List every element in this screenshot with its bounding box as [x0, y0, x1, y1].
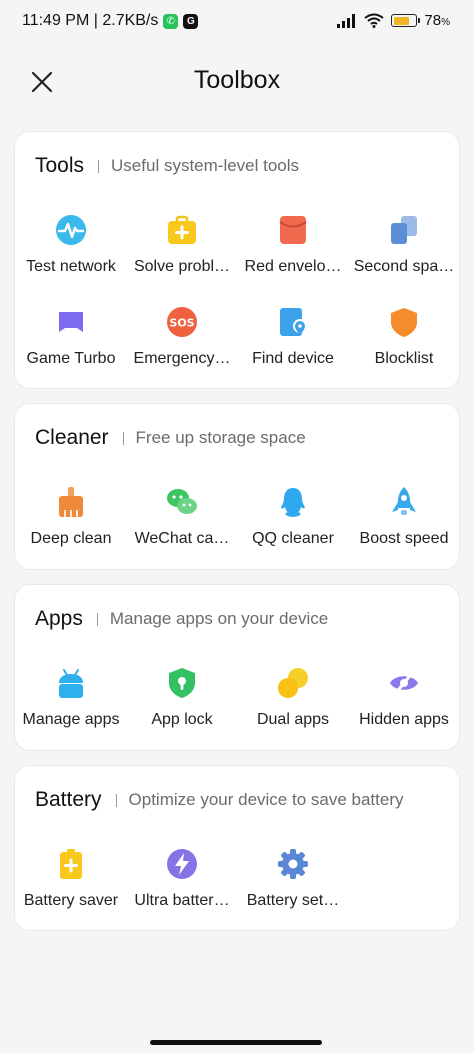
- tool-label: Boost speed: [359, 530, 449, 547]
- tool-emergency[interactable]: SOS Emergency…: [126, 306, 238, 368]
- cleaner-section-title: Cleaner: [35, 426, 109, 449]
- battery-card-header: Battery Optimize your device to save bat…: [35, 788, 404, 812]
- android-icon: [59, 669, 83, 698]
- find-device-icon: [280, 308, 307, 336]
- rocket-icon: [392, 487, 416, 515]
- tool-app-lock[interactable]: App lock: [126, 667, 238, 729]
- header-divider: [96, 612, 98, 626]
- tool-label: Deep clean: [30, 530, 112, 547]
- tool-label: Red envelo…: [244, 258, 342, 275]
- tool-label: Find device: [252, 350, 334, 367]
- cleaner-section-subtitle: Free up storage space: [135, 428, 306, 447]
- tool-deep-clean[interactable]: Deep clean: [15, 486, 127, 548]
- tool-label: Game Turbo: [26, 350, 116, 367]
- battery-percent: 78%: [424, 12, 450, 29]
- tool-label: Solve probl…: [133, 258, 231, 275]
- tools-section-subtitle: Useful system-level tools: [111, 156, 300, 175]
- tool-dual-apps[interactable]: Dual apps: [237, 667, 349, 729]
- gear-icon: [278, 849, 308, 879]
- battery-saver-icon: [60, 849, 82, 879]
- tool-hidden-apps[interactable]: Hidden apps: [348, 667, 460, 729]
- dual-apps-icon: [278, 668, 308, 698]
- tools-section-title: Tools: [35, 154, 85, 177]
- battery-section-subtitle: Optimize your device to save battery: [128, 790, 404, 809]
- qq-icon: [281, 488, 305, 517]
- broom-icon: [59, 487, 83, 517]
- tool-label: Battery set…: [246, 892, 340, 909]
- status-left: 11:49 PM | 2.7KB/s ✆ G: [22, 12, 199, 30]
- blocklist-icon: [391, 308, 417, 337]
- whatsapp-icon: ✆: [163, 13, 179, 29]
- svg-text:SOS: SOS: [169, 317, 194, 330]
- tool-solve-problems[interactable]: Solve probl…: [126, 214, 238, 276]
- tool-label: Ultra batter…: [134, 892, 230, 909]
- tool-label: App lock: [151, 711, 213, 728]
- tool-find-device[interactable]: Find device: [237, 306, 349, 368]
- tool-battery-settings[interactable]: Battery set…: [237, 848, 349, 910]
- wechat-icon: [167, 489, 197, 514]
- tool-label: Emergency…: [133, 350, 231, 367]
- tools-card: Tools Useful system-level tools Test net…: [14, 131, 460, 389]
- test-network-icon: [56, 215, 86, 245]
- header-divider: [122, 431, 124, 445]
- status-time-speed: 11:49 PM | 2.7KB/s: [22, 12, 159, 29]
- tool-label: Battery saver: [23, 892, 119, 909]
- battery-unit: %: [441, 17, 450, 28]
- red-envelope-icon: [279, 216, 307, 244]
- tool-qq-cleaner[interactable]: QQ cleaner: [237, 486, 349, 548]
- tool-boost-speed[interactable]: Boost speed: [348, 486, 460, 548]
- tool-label: WeChat ca…: [134, 530, 230, 547]
- tool-label: Blocklist: [374, 350, 434, 367]
- game-turbo-icon: [59, 312, 83, 332]
- apps-card-header: Apps Manage apps on your device: [35, 607, 328, 631]
- tool-label: Test network: [26, 258, 116, 275]
- second-space-icon: [391, 216, 417, 244]
- lock-shield-icon: [169, 668, 195, 698]
- apps-section-title: Apps: [35, 607, 83, 630]
- g-app-icon: G: [183, 13, 199, 29]
- page-title: Toolbox: [193, 66, 281, 94]
- tool-ultra-battery[interactable]: Ultra batter…: [126, 848, 238, 910]
- tool-game-turbo[interactable]: Game Turbo: [15, 306, 127, 368]
- battery-card: Battery Optimize your device to save bat…: [14, 765, 460, 931]
- tool-label: Hidden apps: [359, 711, 449, 728]
- tool-battery-saver[interactable]: Battery saver: [15, 848, 127, 910]
- status-bar: 11:49 PM | 2.7KB/s ✆ G 78%: [0, 0, 474, 44]
- wifi-icon: [364, 13, 385, 28]
- tool-label: Second spa…: [353, 258, 455, 275]
- tool-blocklist[interactable]: Blocklist: [348, 306, 460, 368]
- signal-icon: [337, 13, 356, 28]
- battery-level: 78: [424, 12, 442, 29]
- tool-label: Dual apps: [256, 711, 330, 728]
- ultra-battery-icon: [167, 849, 197, 879]
- header-divider: [98, 159, 100, 173]
- cleaner-card-header: Cleaner Free up storage space: [35, 426, 306, 450]
- tools-card-header: Tools Useful system-level tools: [35, 154, 299, 178]
- battery-section-title: Battery: [35, 788, 102, 811]
- tool-manage-apps[interactable]: Manage apps: [15, 667, 127, 729]
- tool-label: QQ cleaner: [252, 530, 334, 547]
- tool-test-network[interactable]: Test network: [15, 214, 127, 276]
- status-right: 78%: [337, 12, 450, 29]
- apps-section-subtitle: Manage apps on your device: [109, 609, 329, 628]
- header-divider: [115, 793, 117, 807]
- sos-icon: SOS: [167, 307, 197, 337]
- battery-icon: [391, 14, 421, 27]
- home-indicator[interactable]: [150, 1040, 322, 1045]
- cleaner-card: Cleaner Free up storage space Deep clean…: [14, 403, 460, 570]
- tool-wechat-cleaner[interactable]: WeChat ca…: [126, 486, 238, 548]
- hidden-eye-icon: [390, 669, 418, 697]
- apps-card: Apps Manage apps on your device Manage a…: [14, 584, 460, 751]
- tool-second-space[interactable]: Second spa…: [348, 214, 460, 276]
- solve-problems-icon: [168, 215, 196, 244]
- tool-label: Manage apps: [22, 711, 120, 728]
- tool-red-envelope[interactable]: Red envelo…: [237, 214, 349, 276]
